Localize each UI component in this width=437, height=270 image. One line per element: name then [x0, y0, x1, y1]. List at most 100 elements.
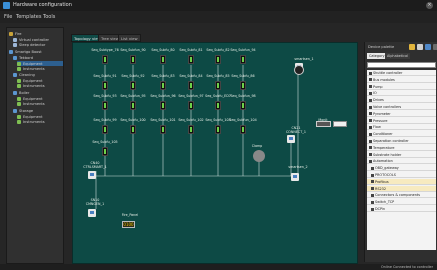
device-icon[interactable] — [102, 147, 108, 156]
expand-icon[interactable] — [369, 71, 372, 75]
device-icon[interactable] — [102, 101, 108, 110]
category-item[interactable]: Pressure — [367, 118, 436, 124]
expand-icon[interactable] — [371, 193, 374, 197]
category-item[interactable]: Pyrometer — [367, 111, 436, 117]
expand-icon[interactable] — [369, 112, 372, 116]
category-item[interactable]: Bus modules — [367, 77, 436, 83]
category-item[interactable]: Separation controller — [367, 138, 436, 144]
device-icon[interactable] — [240, 101, 246, 110]
device-icon[interactable] — [188, 125, 194, 134]
sort-icon[interactable] — [417, 44, 423, 50]
device-icon[interactable] — [188, 55, 194, 64]
category-item[interactable]: Conditioner — [367, 131, 436, 138]
category-item[interactable]: Switch_TCP — [367, 199, 436, 206]
menu-file[interactable]: File — [4, 14, 12, 20]
category-item[interactable]: Pump — [367, 84, 436, 90]
menu-templates[interactable]: Templates — [16, 14, 41, 20]
device-icon[interactable] — [102, 81, 108, 90]
menu-tools[interactable]: Tools — [43, 14, 55, 20]
expand-icon[interactable] — [371, 207, 374, 211]
device-icon[interactable] — [215, 101, 221, 110]
expand-icon[interactable] — [369, 159, 372, 163]
category-item[interactable]: IO — [367, 90, 436, 97]
category-item[interactable]: Flow — [367, 124, 436, 131]
tree-item[interactable]: Storage — [13, 108, 63, 113]
category-item[interactable]: Drives — [367, 97, 436, 104]
device-icon[interactable] — [188, 81, 194, 90]
expand-icon[interactable] — [369, 125, 372, 129]
category-item[interactable]: Temperature — [367, 145, 436, 151]
category-item[interactable]: OBD_gateway — [367, 165, 436, 172]
device-icon[interactable] — [160, 125, 166, 134]
sensor-icon[interactable] — [291, 173, 299, 181]
tree-item[interactable]: Instruments — [17, 101, 63, 106]
expand-icon[interactable] — [369, 119, 372, 123]
category-item[interactable]: Profibus — [367, 178, 436, 185]
device-icon[interactable] — [215, 81, 221, 90]
device-icon[interactable] — [160, 81, 166, 90]
controller-icon[interactable] — [88, 171, 96, 179]
device-icon[interactable] — [160, 55, 166, 64]
pc-icon — [13, 37, 17, 42]
expand-icon[interactable] — [371, 180, 374, 184]
expand-icon[interactable] — [369, 98, 372, 102]
sensor-icon[interactable] — [287, 135, 295, 143]
device-icon[interactable] — [240, 125, 246, 134]
expand-icon[interactable] — [369, 146, 372, 150]
tree-item[interactable]: Sleep detector — [13, 42, 63, 47]
device-icon[interactable] — [188, 101, 194, 110]
category-item[interactable]: Valve controllers — [367, 104, 436, 110]
tree-item[interactable]: Fire — [9, 31, 63, 36]
category-item[interactable]: DCPin — [367, 206, 436, 212]
category-item[interactable]: PROTOCOLS — [367, 172, 436, 178]
tree-item[interactable]: Instruments — [17, 83, 63, 88]
gauge-icon[interactable] — [294, 65, 304, 75]
expand-icon[interactable] — [369, 153, 372, 157]
device-icon[interactable] — [160, 101, 166, 110]
expand-icon[interactable] — [369, 91, 372, 95]
device-icon[interactable] — [130, 101, 136, 110]
device-icon[interactable] — [215, 125, 221, 134]
tree-item[interactable]: Instruments — [17, 66, 63, 71]
monitor-icon[interactable] — [316, 121, 331, 127]
category-item[interactable]: Automation — [367, 158, 436, 165]
device-icon[interactable] — [102, 125, 108, 134]
tab-alphabetical[interactable]: Alphabetical — [385, 53, 411, 59]
close-icon[interactable]: × — [426, 2, 433, 9]
tab-list[interactable]: List view — [118, 34, 141, 42]
tree-item[interactable]: Boiler — [13, 90, 63, 95]
folder-icon[interactable] — [409, 44, 415, 50]
expand-icon[interactable] — [371, 200, 374, 204]
expand-icon[interactable] — [371, 187, 374, 191]
valve-icon[interactable] — [253, 150, 265, 162]
grid-icon[interactable] — [425, 44, 431, 50]
tree-item[interactable]: Instruments — [17, 119, 63, 124]
device-icon[interactable] — [130, 55, 136, 64]
device-icon[interactable] — [215, 55, 221, 64]
category-item[interactable]: Substrate holder — [367, 152, 436, 158]
tree-item[interactable]: Cleaning — [13, 72, 63, 77]
device-icon[interactable] — [102, 55, 108, 64]
category-item[interactable]: Shuttle controller — [367, 70, 436, 76]
expand-icon[interactable] — [371, 173, 374, 177]
category-item[interactable]: RS232 — [367, 185, 436, 192]
tab-category[interactable]: Category — [367, 53, 387, 59]
expand-icon[interactable] — [369, 85, 372, 89]
expand-icon[interactable] — [371, 166, 374, 170]
device-icon[interactable] — [240, 55, 246, 64]
tree-item[interactable]: Smartgo Boost — [9, 49, 63, 54]
controller-icon[interactable] — [88, 209, 96, 217]
dev-icon — [17, 61, 21, 66]
settings-icon[interactable] — [433, 44, 437, 50]
topology-canvas[interactable]: Seq_Subtype_76 Seq_Subfun_90 Seq_Subfu_80 S… — [72, 42, 358, 264]
expand-icon[interactable] — [369, 132, 372, 136]
tree-item[interactable]: Tekbord — [13, 55, 63, 60]
expand-icon[interactable] — [369, 78, 372, 82]
device-icon[interactable] — [240, 81, 246, 90]
category-item[interactable]: Connectors & components — [367, 192, 436, 199]
device-icon[interactable] — [130, 125, 136, 134]
expand-icon[interactable] — [369, 105, 372, 109]
expand-icon[interactable] — [369, 139, 372, 143]
palette-search-input[interactable] — [367, 62, 436, 68]
device-icon[interactable] — [130, 81, 136, 90]
